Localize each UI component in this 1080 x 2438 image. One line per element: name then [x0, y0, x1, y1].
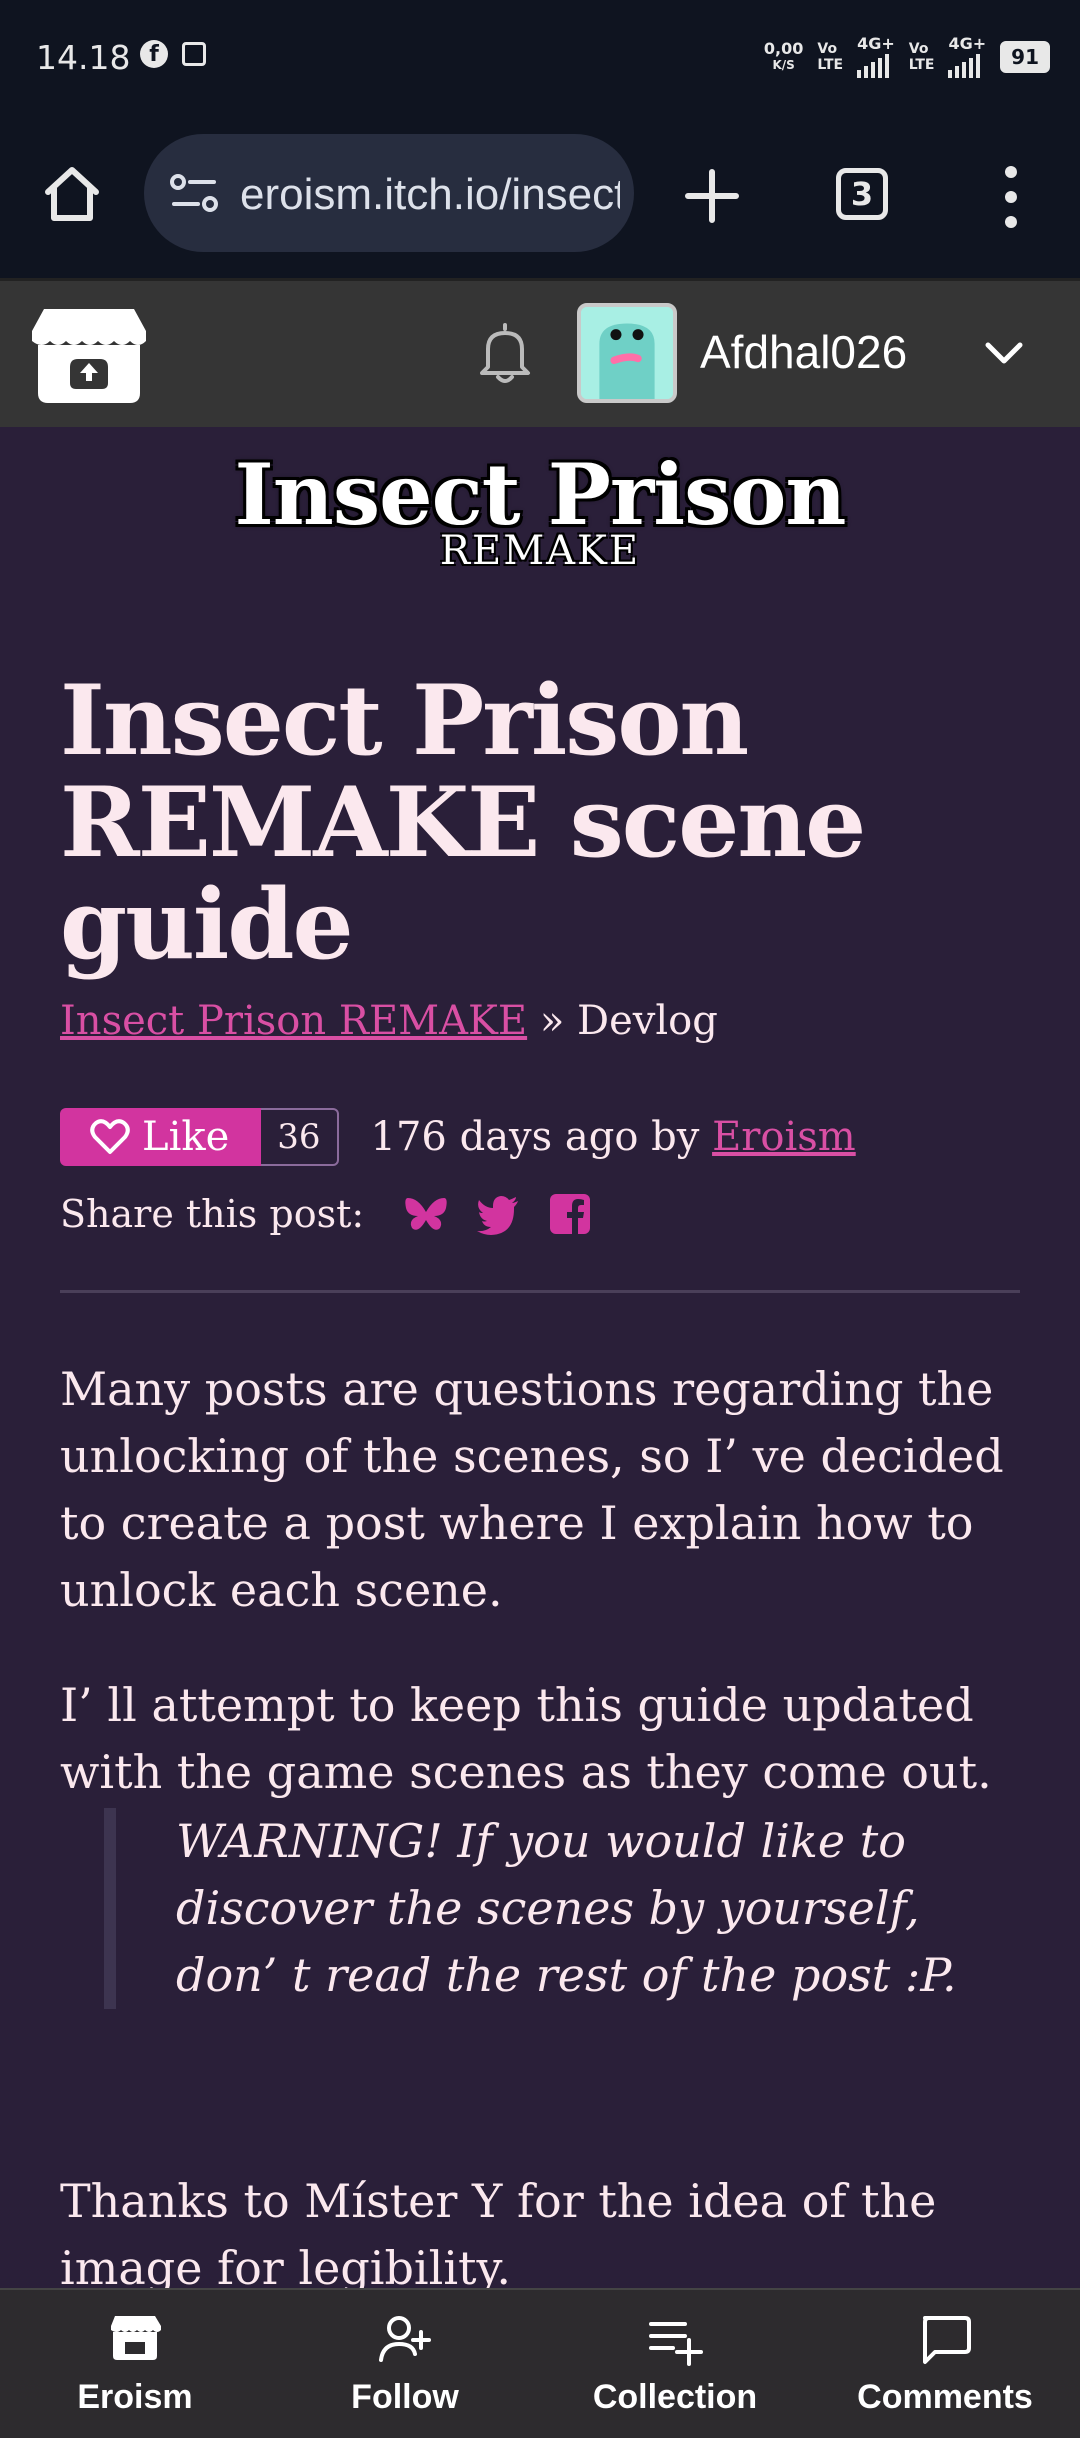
breadcrumb-current: Devlog	[577, 998, 718, 1044]
share-row: Share this post:	[60, 1192, 592, 1236]
new-tab-icon[interactable]	[680, 164, 744, 228]
signal-icon	[948, 52, 981, 78]
post-meta-row: Like 36 176 days ago by Eroism	[60, 1108, 856, 1166]
nav-label: Comments	[857, 2378, 1033, 2416]
like-count: 36	[261, 1108, 339, 1166]
notification-bell-icon[interactable]	[474, 319, 536, 385]
nav-eroism[interactable]: Eroism	[0, 2290, 270, 2438]
chevron-down-icon[interactable]	[980, 329, 1028, 377]
banner-title: Insect Prison	[234, 445, 846, 544]
sim2-volte-label: Vo LTE	[908, 41, 935, 73]
more-options-icon[interactable]	[996, 164, 1026, 230]
sim2-network-type: 4G+	[948, 34, 987, 53]
breadcrumb-game-link[interactable]: Insect Prison REMAKE	[60, 998, 527, 1044]
itch-logo-icon[interactable]	[30, 301, 148, 407]
home-icon[interactable]	[40, 162, 104, 226]
nav-comments[interactable]: Comments	[810, 2290, 1080, 2438]
screen-record-icon	[182, 42, 206, 66]
nav-label: Collection	[592, 2378, 758, 2416]
post-date: 176 days ago by	[370, 1114, 700, 1160]
itch-header: Afdhal026	[0, 278, 1080, 427]
bottom-action-bar: Eroism Follow Collection Comments	[0, 2288, 1080, 2438]
add-person-icon	[379, 2316, 431, 2362]
banner-subtitle: REMAKE	[439, 528, 641, 574]
network-speed: 0,00 K/S	[764, 41, 803, 73]
username[interactable]: Afdhal026	[700, 325, 907, 379]
nav-label: Follow	[351, 2378, 459, 2416]
post-paragraph-2: I’ ll attempt to keep this guide updated…	[60, 1678, 992, 1799]
breadcrumb: Insect Prison REMAKE » Devlog	[60, 998, 718, 1044]
divider	[60, 1290, 1020, 1293]
sim1-signal: 4G+	[857, 36, 895, 78]
post-paragraph-1: Many posts are questions regarding the u…	[60, 1362, 1004, 1617]
game-banner[interactable]: Insect Prison REMAKE	[0, 445, 1080, 575]
status-time: 14.18	[36, 38, 131, 77]
share-label: Share this post:	[60, 1192, 365, 1236]
nav-collection[interactable]: Collection	[540, 2290, 810, 2438]
status-notification-icons: f	[140, 40, 206, 68]
bluesky-icon[interactable]	[404, 1192, 448, 1236]
status-bar: 14.18 f 0,00 K/S Vo LTE 4G+ Vo LTE 4G+ 9…	[0, 0, 1080, 120]
warning-blockquote: WARNING! If you would like to discover t…	[104, 1808, 984, 2009]
status-indicators: 0,00 K/S Vo LTE 4G+ Vo LTE 4G+ 91	[764, 36, 1050, 78]
signal-icon	[857, 52, 890, 78]
breadcrumb-separator: »	[539, 998, 565, 1044]
comment-icon	[923, 2316, 971, 2364]
nav-follow[interactable]: Follow	[270, 2290, 540, 2438]
heart-icon	[90, 1119, 130, 1154]
network-speed-unit: K/S	[772, 58, 795, 72]
address-bar[interactable]: eroism.itch.io/insect	[144, 134, 634, 252]
browser-toolbar: eroism.itch.io/insect 3	[0, 120, 1080, 278]
sim1-volte-label: Vo LTE	[817, 41, 844, 73]
nav-label: Eroism	[77, 2378, 193, 2416]
like-button[interactable]: Like	[60, 1108, 262, 1166]
sim2-signal: 4G+	[948, 36, 986, 78]
playlist-add-icon	[649, 2322, 703, 2366]
sim1-network-type: 4G+	[857, 34, 895, 53]
like-label: Like	[142, 1114, 230, 1160]
network-speed-value: 0,00	[763, 39, 804, 58]
battery-icon: 91	[1000, 41, 1050, 73]
post-meta: 176 days ago by Eroism	[371, 1114, 856, 1160]
itch-logo-icon	[111, 2316, 161, 2360]
site-settings-icon[interactable]	[170, 172, 218, 214]
facebook-icon: f	[140, 40, 168, 68]
url-text[interactable]: eroism.itch.io/insect	[240, 170, 620, 220]
author-link[interactable]: Eroism	[712, 1114, 856, 1160]
facebook-share-icon[interactable]	[548, 1192, 592, 1236]
tab-switcher-button[interactable]: 3	[836, 168, 888, 220]
twitter-icon[interactable]	[476, 1192, 520, 1236]
post-paragraph-3: Thanks to Míster Y for the idea of the i…	[60, 2174, 937, 2295]
post-title: Insect Prison REMAKE scene guide	[60, 664, 866, 981]
avatar[interactable]	[577, 303, 677, 403]
